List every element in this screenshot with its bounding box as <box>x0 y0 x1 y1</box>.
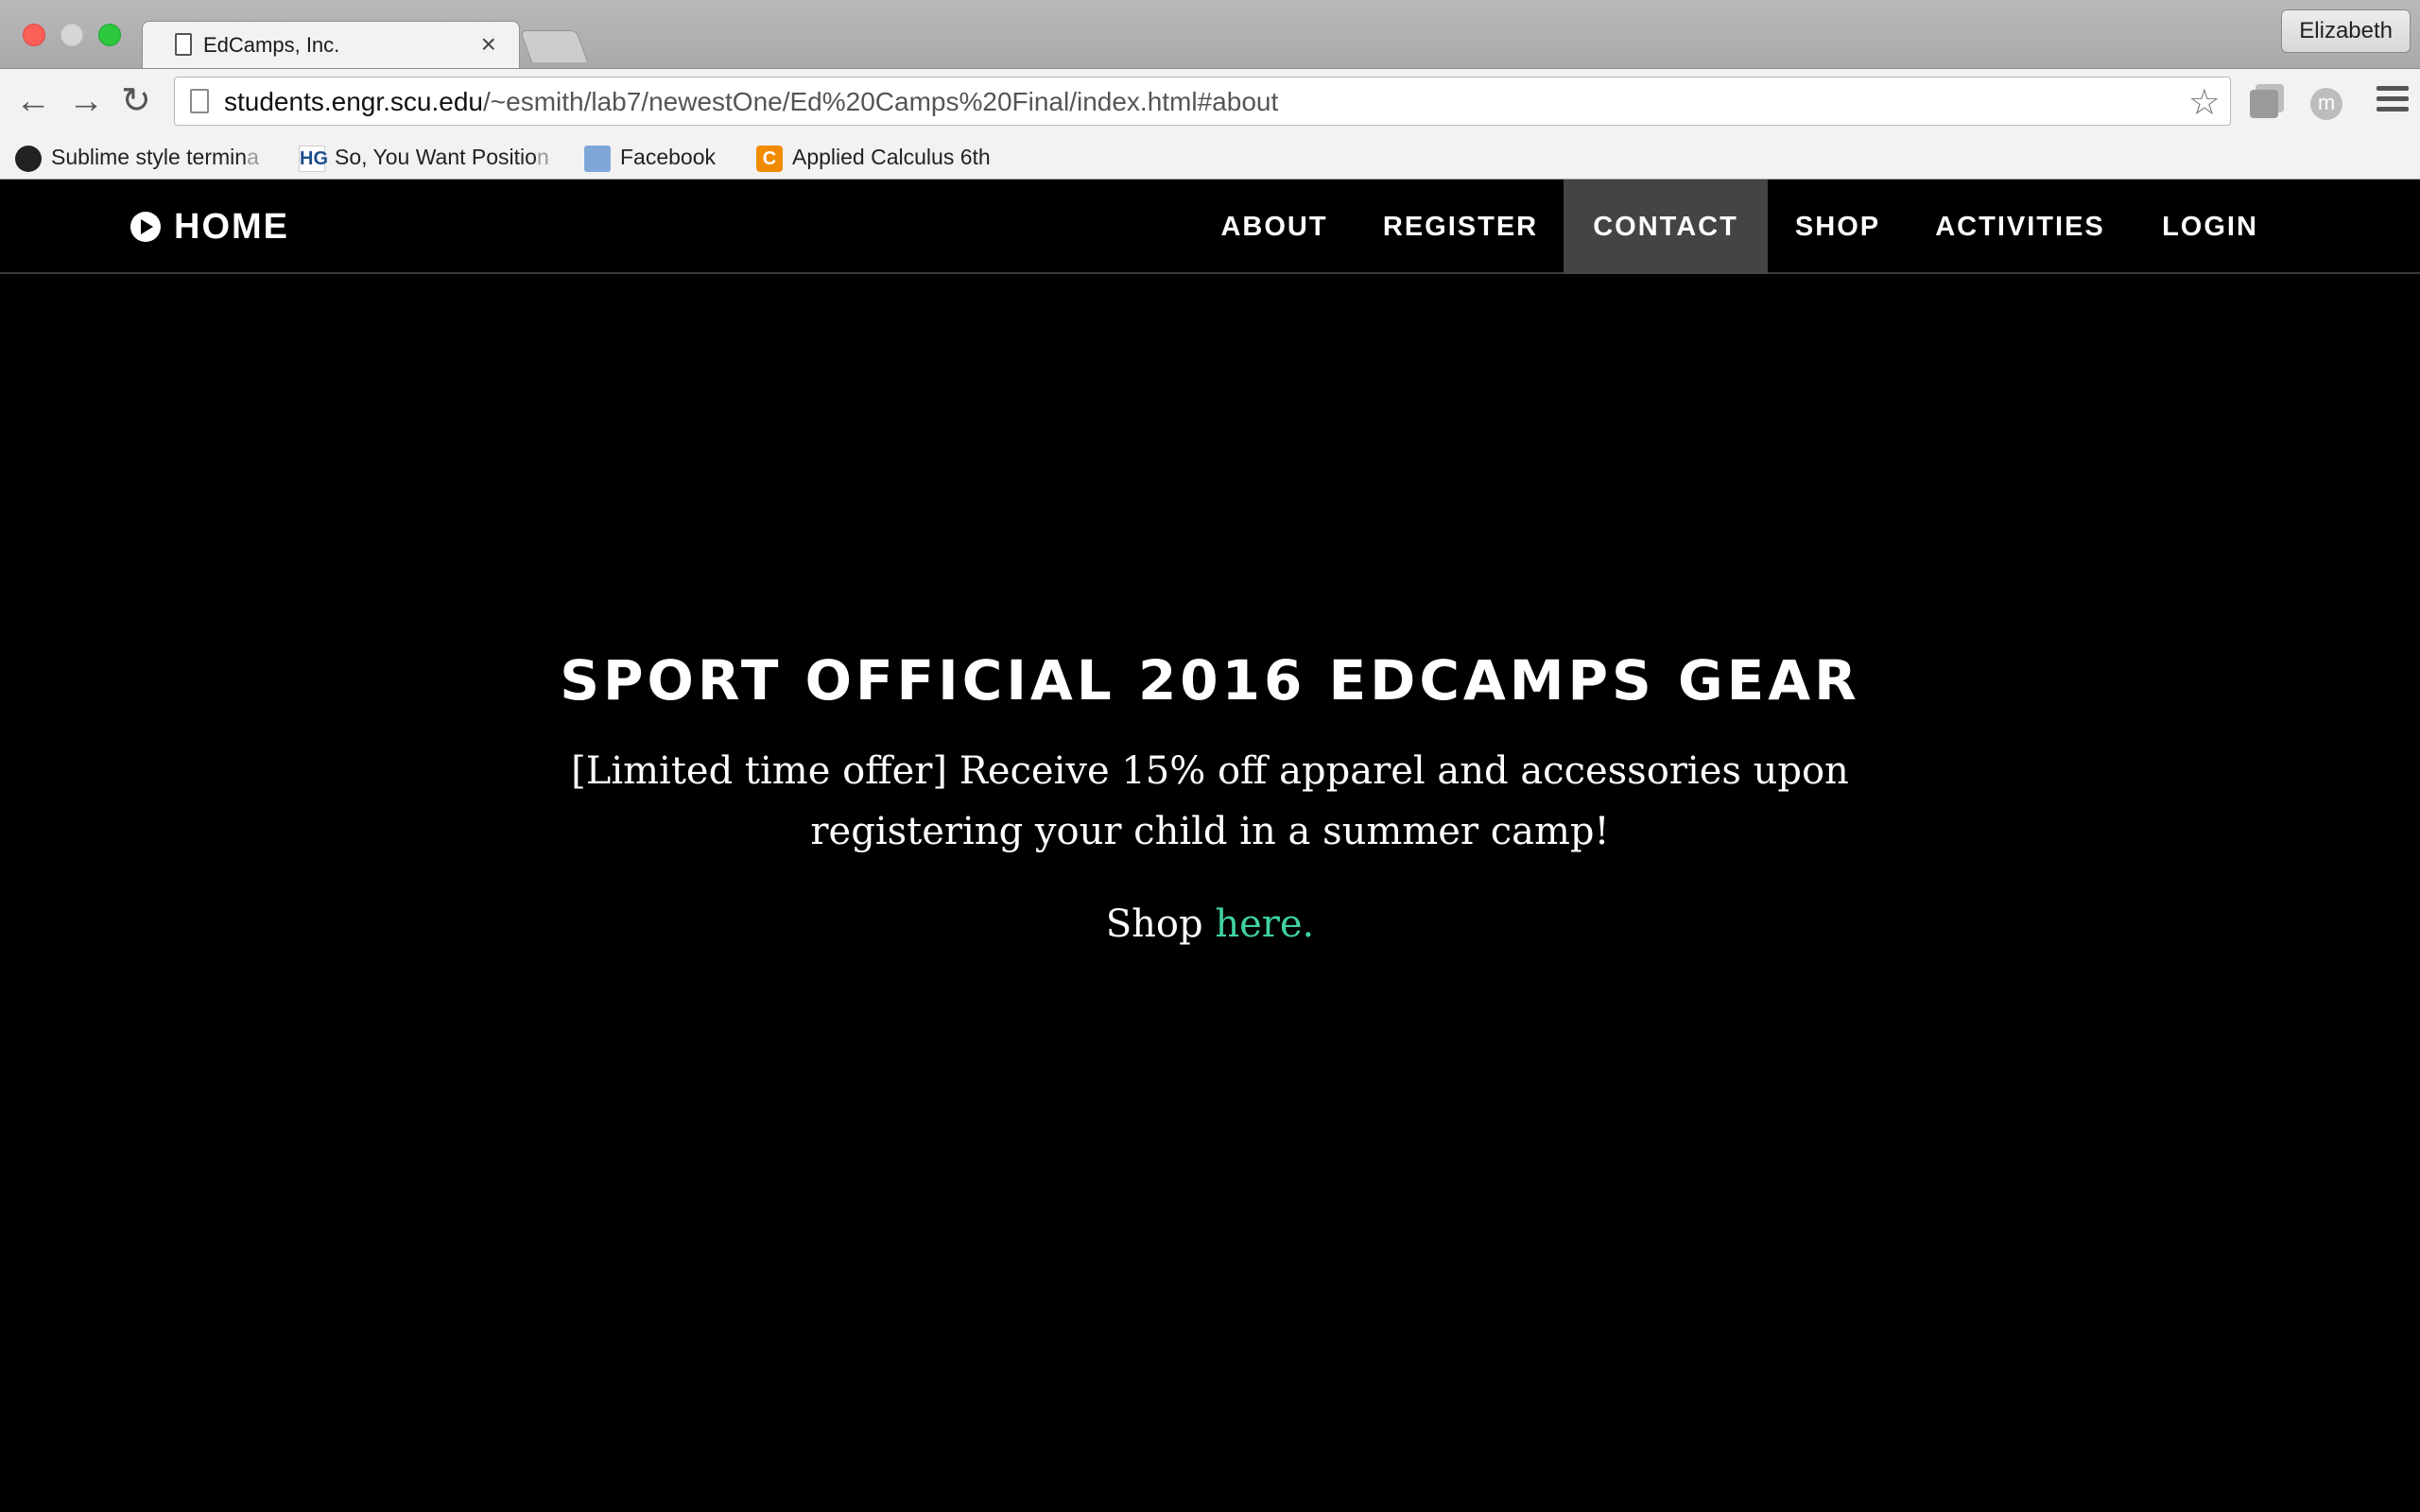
shop-prefix: Shop <box>1105 902 1203 946</box>
nav-activities[interactable]: ACTIVITIES <box>1923 180 2118 274</box>
nav-login[interactable]: LOGIN <box>2146 180 2274 274</box>
bookmark-item[interactable]: Facebook <box>584 142 716 172</box>
nav-contact[interactable]: CONTACT <box>1564 180 1768 274</box>
bookmark-star-icon[interactable]: ☆ <box>2188 81 2221 124</box>
bookmarks-bar: Sublime style termina HG So, You Want Pos… <box>0 134 2420 180</box>
page-icon <box>175 33 192 56</box>
reload-icon[interactable]: ↻ <box>121 82 151 120</box>
c-icon: C <box>756 145 783 172</box>
browser-titlebar: EdCamps, Inc. × Elizabeth <box>0 0 2420 70</box>
browser-toolbar: ← → ↻ students.engr.scu.edu/~esmith/lab7… <box>0 68 2420 134</box>
tab-close-icon[interactable]: × <box>481 29 496 60</box>
bookmark-item[interactable]: C Applied Calculus 6th <box>756 142 991 172</box>
nav-links: ABOUT REGISTER CONTACT SHOP ACTIVITIES L… <box>0 180 2420 274</box>
shop-line: Shop here. <box>0 894 2420 954</box>
nav-register[interactable]: REGISTER <box>1361 180 1560 274</box>
minimize-window-button[interactable] <box>60 24 83 46</box>
extension-icon[interactable] <box>2250 90 2278 118</box>
web-page: HOME ABOUT REGISTER CONTACT SHOP ACTIVIT… <box>0 180 2420 1512</box>
bookmark-label: So, You Want Positio <box>335 145 537 169</box>
hero-heading: SPORT OFFICIAL 2016 EDCAMPS GEAR <box>560 648 1860 713</box>
user-avatar-icon[interactable]: m <box>2310 88 2342 120</box>
page-icon <box>190 89 209 113</box>
browser-tab-active[interactable]: EdCamps, Inc. × <box>142 21 520 70</box>
bookmark-item[interactable]: Sublime style termina <box>15 142 259 172</box>
new-tab-button[interactable] <box>519 30 589 62</box>
nav-about[interactable]: ABOUT <box>1204 180 1344 274</box>
url-host: students.engr.scu.edu <box>224 87 483 116</box>
shop-here-link[interactable]: here. <box>1215 902 1314 946</box>
nav-shop[interactable]: SHOP <box>1768 180 1908 274</box>
tab-title: EdCamps, Inc. <box>203 33 340 57</box>
bookmark-label-fade: n <box>536 145 549 169</box>
forward-arrow-icon[interactable]: → <box>68 82 104 120</box>
url-path: /~esmith/lab7/newestOne/Ed%20Camps%20Fin… <box>482 87 1279 116</box>
profile-button[interactable]: Elizabeth <box>2281 9 2411 53</box>
bookmark-label: Facebook <box>620 145 717 169</box>
url-text[interactable]: students.engr.scu.edu/~esmith/lab7/newes… <box>224 87 1278 117</box>
back-arrow-icon[interactable]: ← <box>15 82 51 120</box>
github-icon <box>15 145 42 172</box>
bookmark-item[interactable]: HG So, You Want Position <box>299 142 549 172</box>
site-navbar: HOME ABOUT REGISTER CONTACT SHOP ACTIVIT… <box>0 180 2420 274</box>
bookmark-label-fade: a <box>247 145 259 169</box>
bookmark-label: Sublime style termin <box>51 145 248 169</box>
close-window-button[interactable] <box>23 24 45 46</box>
hg-icon: HG <box>299 145 328 172</box>
address-bar[interactable]: students.engr.scu.edu/~esmith/lab7/newes… <box>174 77 2231 126</box>
bookmark-label: Applied Calculus 6th <box>792 145 991 169</box>
menu-icon[interactable] <box>2377 86 2409 117</box>
folder-icon <box>584 145 611 172</box>
zoom-window-button[interactable] <box>98 24 121 46</box>
offer-text: [Limited time offer] Receive 15% off app… <box>571 749 1849 853</box>
